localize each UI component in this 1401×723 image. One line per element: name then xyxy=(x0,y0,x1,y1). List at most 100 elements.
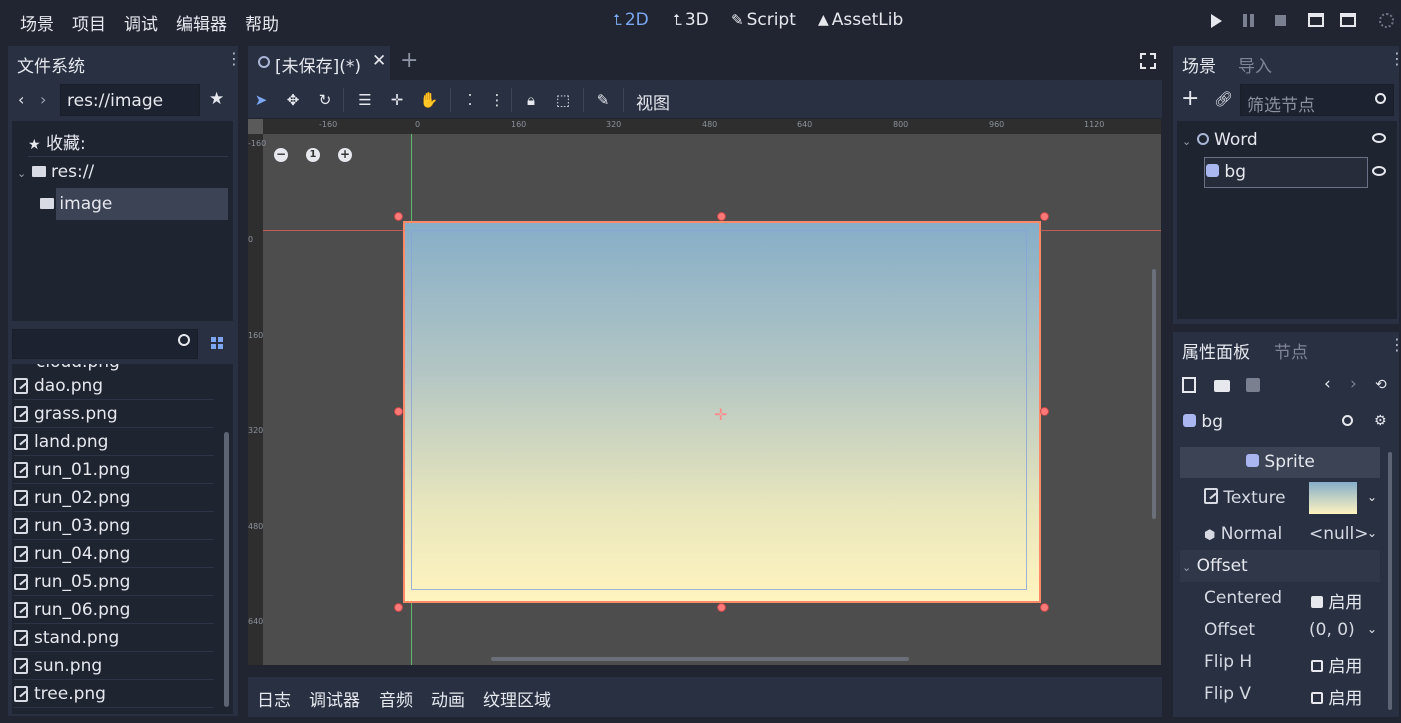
grid-view-icon[interactable] xyxy=(211,337,223,349)
save-icon[interactable] xyxy=(1246,378,1260,392)
texture-preview[interactable] xyxy=(1309,482,1357,514)
workspace-script[interactable]: ✎ Script xyxy=(731,10,796,30)
list-item[interactable]: run_05.png xyxy=(14,568,214,596)
list-item[interactable]: dao.png xyxy=(14,372,214,400)
chevron-down-icon[interactable]: ⌄ xyxy=(1367,526,1377,540)
tab-inspector[interactable]: 属性面板 xyxy=(1173,332,1259,369)
offset-value[interactable]: (0, 0) xyxy=(1309,620,1355,640)
inspected-object[interactable]: bg xyxy=(1183,412,1223,432)
tree-folder-image[interactable]: image xyxy=(40,194,112,214)
list-item[interactable]: run_01.png xyxy=(14,456,214,484)
resize-handle[interactable] xyxy=(394,212,403,221)
favorites-row[interactable]: ★ 收藏: xyxy=(28,129,86,154)
pivot-tool-icon[interactable]: ✛ xyxy=(387,90,407,110)
link-icon[interactable]: 🔗︎ xyxy=(1214,90,1233,108)
inspector-scrollbar[interactable] xyxy=(1388,452,1392,710)
canvas-hscrollbar[interactable] xyxy=(491,657,909,661)
favorite-star-icon[interactable]: ★ xyxy=(209,89,224,109)
history-forward-icon[interactable]: › xyxy=(1350,374,1357,394)
pause-icon[interactable] xyxy=(1243,14,1254,27)
menu-debug[interactable]: 调试 xyxy=(124,10,158,35)
tab-output[interactable]: 日志 xyxy=(257,686,291,711)
forward-icon[interactable]: › xyxy=(40,90,46,109)
workspace-3d[interactable]: ⮤ 3D xyxy=(673,10,709,30)
menu-editor[interactable]: 编辑器 xyxy=(176,10,227,35)
add-node-icon[interactable]: + xyxy=(1181,86,1199,111)
centered-checkbox[interactable]: 启用 xyxy=(1311,588,1362,613)
history-back-icon[interactable]: ‹ xyxy=(1324,374,1331,394)
zoom-out-icon[interactable]: − xyxy=(274,148,288,162)
tree-node-bg[interactable]: bg xyxy=(1206,162,1246,182)
select-tool-icon[interactable]: ➤ xyxy=(251,90,271,110)
open-folder-icon[interactable] xyxy=(1214,380,1230,392)
stop-icon[interactable] xyxy=(1275,15,1286,26)
history-icon[interactable]: ⟲ xyxy=(1375,377,1387,393)
filesystem-menu-icon[interactable]: ⋮ xyxy=(226,51,242,67)
resize-handle[interactable] xyxy=(717,603,726,612)
menu-help[interactable]: 帮助 xyxy=(245,10,279,35)
normal-value[interactable]: <null> xyxy=(1309,524,1368,544)
resize-handle[interactable] xyxy=(1040,407,1049,416)
list-item[interactable]: run_04.png xyxy=(14,540,214,568)
workspace-2d[interactable]: ⮤ 2D xyxy=(613,10,649,30)
tab-texture-region[interactable]: 纹理区域 xyxy=(483,686,551,711)
scene-menu-icon[interactable]: ⋮ xyxy=(1389,51,1401,67)
list-item[interactable]: run_06.png xyxy=(14,596,214,624)
flip-h-checkbox[interactable]: 启用 xyxy=(1311,652,1362,677)
bone-tool-icon[interactable]: ✎ xyxy=(593,90,613,110)
list-item[interactable]: cloud.png xyxy=(36,364,120,372)
visibility-eye-icon[interactable] xyxy=(1372,133,1386,143)
tab-node[interactable]: 节点 xyxy=(1265,332,1317,369)
chevron-down-icon[interactable]: ⌄ xyxy=(1367,490,1377,504)
zoom-reset-button[interactable]: 1 xyxy=(306,148,320,162)
tree-node-word[interactable]: ⌄ Word xyxy=(1182,130,1258,150)
flip-v-checkbox[interactable]: 启用 xyxy=(1311,684,1362,709)
search-icon[interactable] xyxy=(1342,415,1353,426)
tab-scene[interactable]: 场景 xyxy=(1173,46,1225,83)
snap-icon[interactable]: ⁚ xyxy=(460,90,480,110)
chevron-down-icon[interactable]: ⌄ xyxy=(1367,622,1377,636)
pan-tool-icon[interactable]: ✋ xyxy=(419,90,439,110)
tab-filesystem[interactable]: 文件系统 xyxy=(8,46,94,83)
list-item[interactable]: land.png xyxy=(14,428,214,456)
resize-handle[interactable] xyxy=(1040,212,1049,221)
rotate-tool-icon[interactable]: ↻ xyxy=(315,90,335,110)
resize-handle[interactable] xyxy=(1040,603,1049,612)
tab-animation[interactable]: 动画 xyxy=(431,686,465,711)
add-tab-icon[interactable]: + xyxy=(400,48,418,73)
resize-handle[interactable] xyxy=(394,407,403,416)
list-item[interactable]: stand.png xyxy=(14,624,214,652)
new-resource-icon[interactable] xyxy=(1182,377,1196,393)
list-item[interactable]: tree.png xyxy=(14,680,214,708)
play-icon[interactable] xyxy=(1211,14,1222,28)
list-item[interactable]: sun.png xyxy=(14,652,214,680)
list-item[interactable]: grass.png xyxy=(14,400,214,428)
object-tools-icon[interactable]: ⚙ xyxy=(1374,413,1387,429)
workspace-assetlib[interactable]: ▲ AssetLib xyxy=(818,10,903,30)
zoom-in-icon[interactable]: + xyxy=(338,148,352,162)
list-item[interactable]: run_03.png xyxy=(14,512,214,540)
menu-scene[interactable]: 场景 xyxy=(20,10,54,35)
node-filter-input[interactable]: 筛选节点 xyxy=(1240,84,1394,116)
menu-project[interactable]: 项目 xyxy=(72,10,106,35)
play-scene-icon[interactable] xyxy=(1308,13,1324,27)
back-icon[interactable]: ‹ xyxy=(18,90,24,109)
list-item[interactable]: run_02.png xyxy=(14,484,214,512)
file-list-scrollbar[interactable] xyxy=(224,432,229,707)
resize-handle[interactable] xyxy=(394,603,403,612)
canvas-vscrollbar[interactable] xyxy=(1152,269,1156,519)
visibility-eye-icon[interactable] xyxy=(1372,166,1386,176)
fullscreen-icon[interactable] xyxy=(1140,53,1156,69)
tab-audio[interactable]: 音频 xyxy=(379,686,413,711)
group-icon[interactable]: ⬚ xyxy=(553,90,573,110)
list-select-icon[interactable]: ☰ xyxy=(355,90,375,110)
close-tab-icon[interactable]: ✕ xyxy=(372,51,386,71)
lock-icon[interactable]: 🔒︎ xyxy=(521,90,541,110)
move-tool-icon[interactable]: ✥ xyxy=(283,90,303,110)
view-menu[interactable]: 视图 xyxy=(636,89,670,114)
resize-handle[interactable] xyxy=(717,212,726,221)
tree-root-row[interactable]: ⌄ res:// xyxy=(17,162,94,182)
tab-import[interactable]: 导入 xyxy=(1229,46,1281,83)
inspector-menu-icon[interactable]: ⋮ xyxy=(1389,337,1401,353)
snap-options-icon[interactable]: ⋮ xyxy=(487,90,507,110)
